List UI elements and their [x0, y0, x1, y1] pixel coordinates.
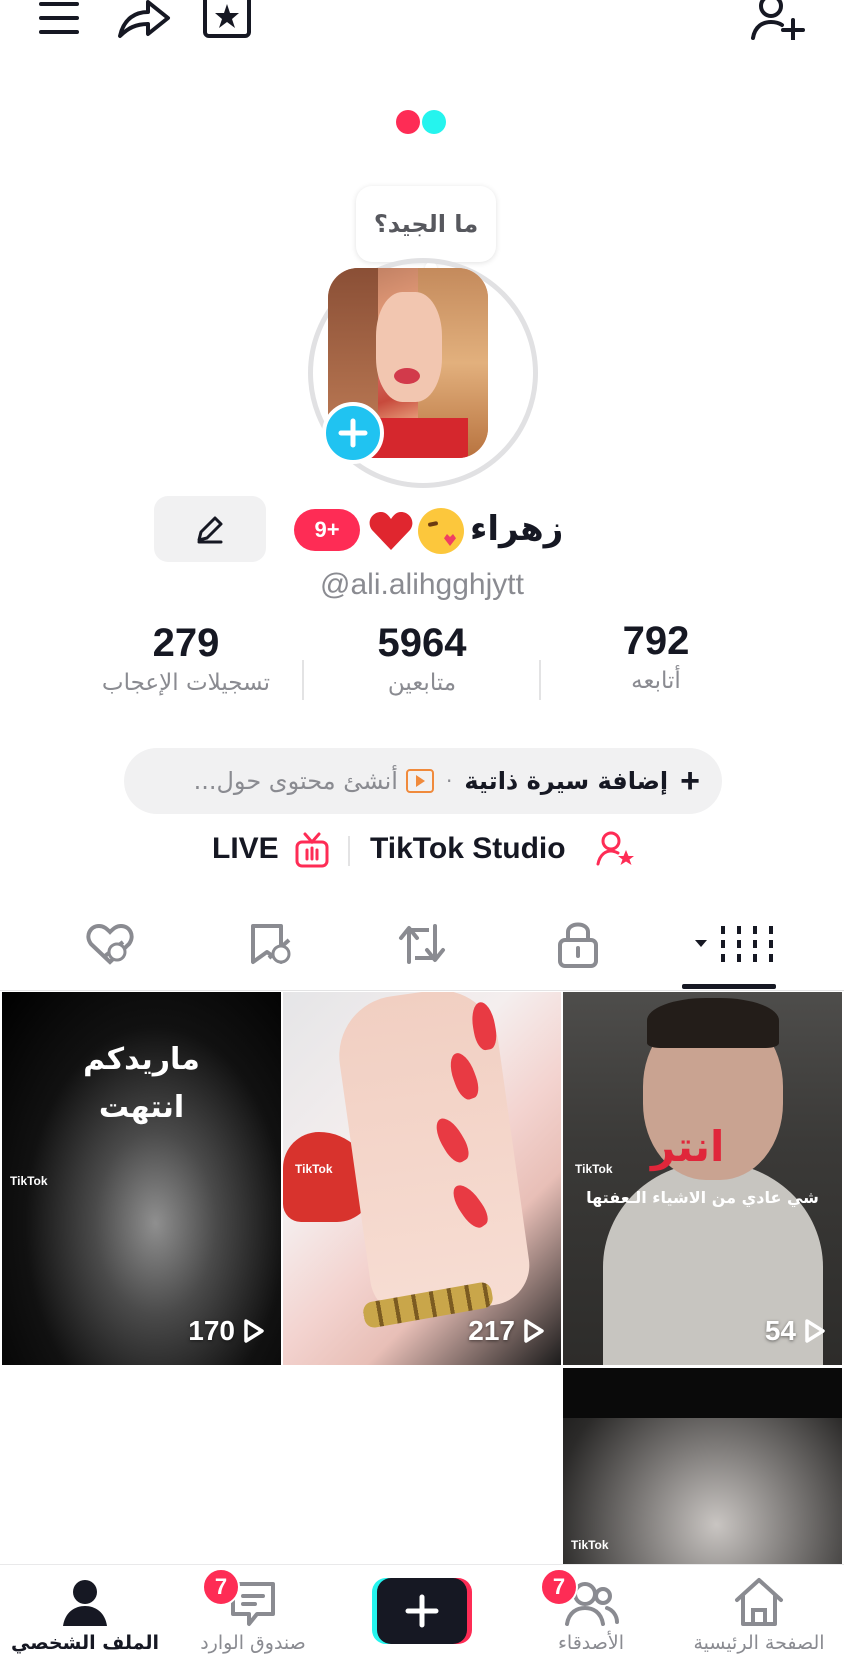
stat-likes-label: تسجيلات الإعجاب [101, 670, 271, 696]
live-tv-icon[interactable] [294, 832, 330, 872]
video-thumbnail-3[interactable]: ماريدكم انتهت TikTok 170 [2, 992, 281, 1365]
video-caption-line: انتهت [98, 1090, 185, 1125]
view-count-value: 170 [188, 1315, 235, 1346]
profile-person-icon [63, 1580, 107, 1626]
nav-home[interactable]: الصفحة الرئيسية [674, 1574, 844, 1660]
stat-following-label: أتابعه [631, 668, 681, 694]
story-note-bubble[interactable]: ما الجيد؟ [356, 186, 496, 262]
hamburger-menu-icon[interactable] [34, 0, 84, 36]
tiktok-watermark: TikTok [295, 1162, 333, 1176]
add-user-icon[interactable] [748, 0, 810, 40]
tiktok-watermark: TikTok [571, 1538, 609, 1552]
nav-inbox[interactable]: صندوق الوارد [168, 1574, 338, 1660]
top-bar [0, 0, 844, 60]
video-thumbnail-1[interactable]: TikTok 217 [283, 992, 561, 1365]
tab-videos[interactable] [688, 916, 778, 972]
add-bio-pill[interactable]: + إضافة سيرة ذاتية · أنشئ محتوى حول... [124, 748, 722, 814]
link-divider [348, 836, 350, 866]
creator-star-icon[interactable] [596, 830, 636, 874]
tiktok-studio-link[interactable]: TikTok Studio [370, 832, 566, 866]
nav-profile[interactable]: الملف الشخصي [0, 1574, 170, 1660]
liked-hidden-icon [86, 923, 134, 965]
video-caption: شي عادي من الاشياء الـعفتها [586, 1188, 819, 1207]
tab-private[interactable] [536, 916, 620, 972]
repost-icon [399, 924, 445, 964]
play-square-icon [405, 769, 434, 793]
view-count: 170 [188, 1315, 265, 1347]
notification-badge: 9+ [294, 509, 360, 551]
add-bio-label: إضافة سيرة ذاتية [464, 767, 669, 795]
create-content-prompt: أنشئ محتوى حول... [193, 767, 398, 795]
kissing-face-emoji [418, 508, 464, 554]
inbox-badge: 7 [202, 1568, 240, 1606]
bookmark-star-icon[interactable] [200, 0, 254, 38]
video-caption: ماريدكم انتهت [2, 1036, 281, 1132]
stat-following-value: 792 [622, 619, 690, 663]
edit-profile-button[interactable] [154, 496, 266, 562]
tabs-divider [0, 990, 844, 991]
add-story-button[interactable] [322, 402, 384, 464]
plus-icon [338, 418, 368, 448]
nav-home-label: الصفحة الرئيسية [693, 1632, 825, 1654]
story-note-text: ما الجيد؟ [373, 210, 479, 238]
loading-dots [394, 108, 452, 136]
stat-followers-label: متابعين [387, 670, 457, 696]
plus-icon [405, 1594, 439, 1628]
view-count-value: 54 [764, 1315, 796, 1346]
video-caption-line: ماريدكم [83, 1042, 200, 1077]
stat-divider [302, 660, 304, 700]
video-caption-red: انتر [651, 1122, 725, 1171]
view-count: 217 [468, 1315, 545, 1347]
nav-friends[interactable]: الأصدقاء [506, 1574, 676, 1660]
nav-inbox-label: صندوق الوارد [200, 1632, 306, 1654]
stat-followers-value: 5964 [377, 621, 467, 665]
stat-following[interactable]: 792 أتابعه [546, 618, 766, 694]
live-link[interactable]: LIVE [212, 832, 279, 866]
tiktok-watermark: TikTok [10, 1174, 48, 1188]
video-thumbnail-2[interactable]: انتر TikTok شي عادي من الاشياء الـعفتها … [563, 992, 842, 1365]
play-icon [524, 1319, 544, 1343]
stat-followers[interactable]: 5964 متابعين [312, 620, 532, 696]
view-count: 54 [765, 1315, 826, 1347]
play-icon [244, 1319, 264, 1343]
video-thumbnail-4[interactable]: TikTok [563, 1368, 842, 1564]
tab-liked-hidden[interactable] [68, 916, 152, 972]
play-icon [805, 1319, 825, 1343]
tiktok-watermark: TikTok [575, 1162, 613, 1176]
active-tab-indicator [682, 984, 776, 989]
lock-icon [558, 922, 598, 968]
tab-favorites-hidden[interactable] [228, 916, 312, 972]
tab-reposts[interactable] [380, 916, 464, 972]
stat-divider [539, 660, 541, 700]
view-count-value: 217 [468, 1315, 515, 1346]
nav-profile-label: الملف الشخصي [10, 1632, 159, 1654]
favorites-hidden-icon [251, 924, 291, 964]
pencil-icon [197, 516, 223, 544]
nav-friends-label: الأصدقاء [557, 1632, 625, 1654]
display-name: زهراء [470, 509, 564, 549]
username-handle: @ali.alihgghjytt [320, 568, 524, 601]
plus-icon: + [680, 761, 700, 800]
bio-separator: · [445, 769, 453, 793]
videos-grid-icon [695, 926, 773, 962]
stat-likes-value: 279 [152, 621, 220, 665]
red-heart-emoji [368, 508, 414, 554]
create-video-button[interactable] [372, 1578, 472, 1644]
share-arrow-icon[interactable] [114, 0, 174, 40]
stat-likes[interactable]: 279 تسجيلات الإعجاب [76, 620, 296, 696]
friends-badge: 7 [540, 1568, 578, 1606]
home-icon [735, 1578, 783, 1626]
